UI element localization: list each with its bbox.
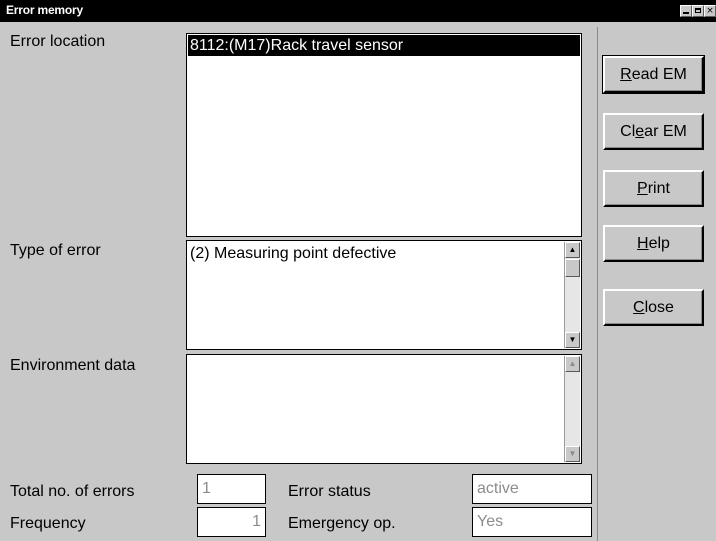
error-status-label: Error status — [288, 483, 371, 500]
emergency-op-label: Emergency op. — [288, 515, 396, 532]
clear-em-button[interactable]: Clear EM — [603, 113, 704, 150]
error-status-field: active — [472, 474, 592, 504]
minimize-icon[interactable] — [680, 5, 692, 17]
print-button[interactable]: Print — [603, 170, 704, 207]
main-panel: Error location 8112:(M17)Rack travel sen… — [5, 27, 595, 541]
error-location-selected-item[interactable]: 8112:(M17)Rack travel sensor — [188, 35, 580, 56]
button-panel: Read EM Clear EM Print Help Close — [597, 27, 716, 541]
error-location-label: Error location — [10, 33, 106, 50]
error-memory-window: Error memory × Error location 8112:(M17)… — [0, 0, 716, 541]
type-of-error-scrollbar[interactable]: ▲ ▼ — [564, 242, 580, 348]
type-of-error-value: (2) Measuring point defective — [190, 245, 397, 262]
maximize-icon[interactable] — [692, 5, 704, 17]
close-button[interactable]: Close — [603, 289, 704, 326]
scroll-down-arrow-icon[interactable]: ▼ — [565, 332, 580, 348]
read-em-button[interactable]: Read EM — [602, 55, 705, 94]
environment-data-field[interactable]: ▲ ▼ — [186, 354, 582, 464]
scroll-thumb[interactable] — [565, 259, 580, 277]
scroll-down-arrow-icon[interactable]: ▼ — [565, 446, 580, 462]
emergency-op-field: Yes — [472, 507, 592, 537]
close-window-icon[interactable]: × — [704, 5, 716, 17]
error-location-list[interactable]: 8112:(M17)Rack travel sensor — [186, 33, 582, 237]
window-title: Error memory — [6, 3, 83, 17]
total-errors-label: Total no. of errors — [10, 483, 135, 500]
scroll-up-arrow-icon[interactable]: ▲ — [565, 242, 580, 258]
frequency-label: Frequency — [10, 515, 86, 532]
help-button[interactable]: Help — [603, 225, 704, 262]
total-errors-field: 1 — [197, 474, 266, 504]
type-of-error-label: Type of error — [10, 242, 101, 259]
title-bar[interactable]: Error memory × — [0, 0, 716, 22]
environment-data-label: Environment data — [10, 357, 136, 374]
environment-data-scrollbar[interactable]: ▲ ▼ — [564, 356, 580, 462]
type-of-error-field[interactable]: (2) Measuring point defective ▲ ▼ — [186, 240, 582, 350]
frequency-field: 1 — [197, 507, 266, 537]
scroll-up-arrow-icon[interactable]: ▲ — [565, 356, 580, 372]
